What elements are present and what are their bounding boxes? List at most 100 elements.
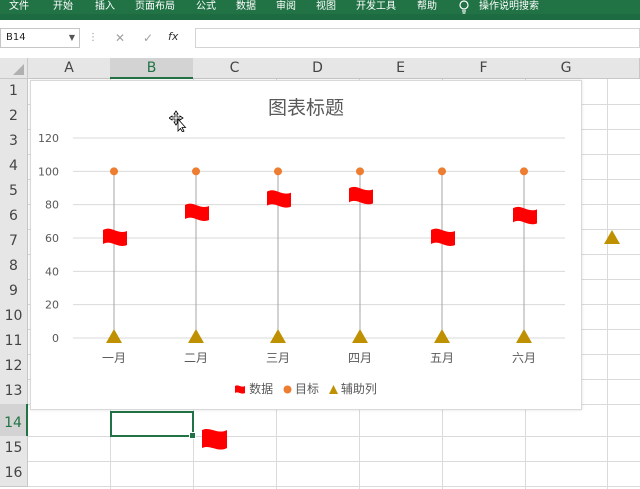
row-header-12[interactable]: 12 <box>0 354 28 380</box>
chevron-down-icon[interactable]: ▼ <box>69 29 75 47</box>
target-point <box>438 167 446 176</box>
insert-function-button[interactable]: fx <box>168 30 178 43</box>
helper-point <box>188 329 204 343</box>
tab-formulas[interactable]: 公式 <box>196 0 216 14</box>
row-header-13[interactable]: 13 <box>0 379 28 405</box>
data-point-flag <box>185 203 209 221</box>
chart-plot: 0 20 40 60 80 100 120 一月 二月 三月 四月 五月 六月 <box>38 132 565 365</box>
x-tick-label: 三月 <box>266 351 290 365</box>
gridline <box>607 79 608 489</box>
tell-me-search[interactable]: 操作说明搜索 <box>479 0 539 14</box>
circle-marker-icon <box>283 385 292 394</box>
tab-view[interactable]: 视图 <box>316 0 336 14</box>
column-header-a[interactable]: A <box>28 58 111 79</box>
column-header-f[interactable]: F <box>442 58 526 79</box>
column-header-d[interactable]: D <box>276 58 360 79</box>
row-header-1[interactable]: 1 <box>0 79 28 105</box>
more-options-icon[interactable]: ⋮ <box>88 31 98 45</box>
move-cursor-icon <box>169 110 187 132</box>
tab-data[interactable]: 数据 <box>236 0 256 14</box>
formula-bar: B14 ▼ ⋮ ✕ ✓ fx <box>0 28 640 50</box>
flag-icon <box>235 385 246 394</box>
column-header-g[interactable]: G <box>525 58 608 79</box>
row-header-14[interactable]: 14 <box>0 404 28 437</box>
y-tick-label: 100 <box>38 165 59 178</box>
chart-title[interactable]: 图表标题 <box>31 93 581 120</box>
chart[interactable]: 0 20 40 60 80 100 120 一月 二月 三月 四月 五月 六月 图表标题 数据 目标 辅… <box>30 80 582 410</box>
y-tick-label: 20 <box>45 299 59 312</box>
formula-input[interactable] <box>195 28 640 48</box>
column-header-b[interactable]: B <box>110 58 194 79</box>
row-header-7[interactable]: 7 <box>0 229 28 255</box>
check-icon[interactable]: ✓ <box>140 30 156 46</box>
name-box-value: B14 <box>6 32 26 43</box>
triangle-marker-icon[interactable] <box>603 229 621 245</box>
data-point-flag <box>349 186 373 205</box>
row-header-11[interactable]: 11 <box>0 329 28 355</box>
row-header-4[interactable]: 4 <box>0 154 28 180</box>
tab-developer[interactable]: 开发工具 <box>356 0 396 14</box>
tab-help[interactable]: 帮助 <box>417 0 437 14</box>
column-header-h[interactable] <box>607 58 640 79</box>
select-all-icon <box>13 64 24 75</box>
legend-label-helper: 辅助列 <box>340 382 377 396</box>
legend-item-helper: 辅助列 <box>328 380 377 397</box>
x-tick-label: 四月 <box>348 351 372 365</box>
data-point-flag <box>513 206 537 225</box>
cross-icon[interactable]: ✕ <box>112 30 128 46</box>
column-header-e[interactable]: E <box>359 58 443 79</box>
tab-home[interactable]: 开始 <box>53 0 73 14</box>
y-tick-label: 80 <box>45 199 59 212</box>
y-tick-label: 40 <box>45 265 59 278</box>
name-box[interactable]: B14 ▼ <box>0 28 80 48</box>
data-point-flag <box>431 228 455 246</box>
tab-review[interactable]: 审阅 <box>276 0 296 14</box>
target-point <box>520 167 528 176</box>
target-point <box>356 167 364 176</box>
chart-legend[interactable]: 数据 目标 辅助列 <box>31 380 581 397</box>
tab-page-layout[interactable]: 页面布局 <box>135 0 175 14</box>
row-header-6[interactable]: 6 <box>0 204 28 230</box>
selected-cell[interactable] <box>110 411 196 439</box>
target-point <box>192 167 200 176</box>
x-tick-label: 一月 <box>102 351 126 365</box>
fill-handle[interactable] <box>189 432 196 439</box>
row-header-5[interactable]: 5 <box>0 179 28 205</box>
triangle-marker-icon <box>328 385 338 394</box>
row-header-16[interactable]: 16 <box>0 461 28 487</box>
legend-label-target: 目标 <box>294 382 319 396</box>
ribbon-collapsed-strip <box>0 14 640 20</box>
lightbulb-icon <box>458 0 470 14</box>
tab-insert[interactable]: 插入 <box>95 0 115 14</box>
row-header-3[interactable]: 3 <box>0 129 28 155</box>
gridline <box>28 461 640 462</box>
row-header-8[interactable]: 8 <box>0 254 28 280</box>
ribbon: 文件 开始 插入 页面布局 公式 数据 审阅 视图 开发工具 帮助 操作说明搜索 <box>0 0 640 20</box>
x-tick-label: 五月 <box>430 351 454 365</box>
y-tick-label: 60 <box>45 232 59 245</box>
row-header-10[interactable]: 10 <box>0 304 28 330</box>
tab-file[interactable]: 文件 <box>9 0 29 14</box>
row-header-9[interactable]: 9 <box>0 279 28 305</box>
x-tick-label: 二月 <box>184 351 208 365</box>
helper-point <box>270 329 286 343</box>
legend-item-target: 目标 <box>283 380 319 397</box>
data-point-flag <box>103 228 127 246</box>
target-point <box>274 167 282 176</box>
gridline <box>28 486 640 487</box>
legend-label-data: 数据 <box>249 382 274 396</box>
row-header-15[interactable]: 15 <box>0 436 28 462</box>
helper-point <box>434 329 450 343</box>
select-all-button[interactable] <box>0 58 28 79</box>
helper-point <box>352 329 368 343</box>
helper-point <box>516 329 532 343</box>
y-tick-label: 120 <box>38 132 59 145</box>
y-tick-label: 0 <box>52 332 59 345</box>
column-header-c[interactable]: C <box>193 58 277 79</box>
x-tick-label: 六月 <box>512 351 536 365</box>
row-header-2[interactable]: 2 <box>0 104 28 130</box>
flag-icon[interactable] <box>200 426 230 454</box>
legend-item-data: 数据 <box>235 380 273 397</box>
target-point <box>110 167 118 176</box>
helper-point <box>106 329 122 343</box>
